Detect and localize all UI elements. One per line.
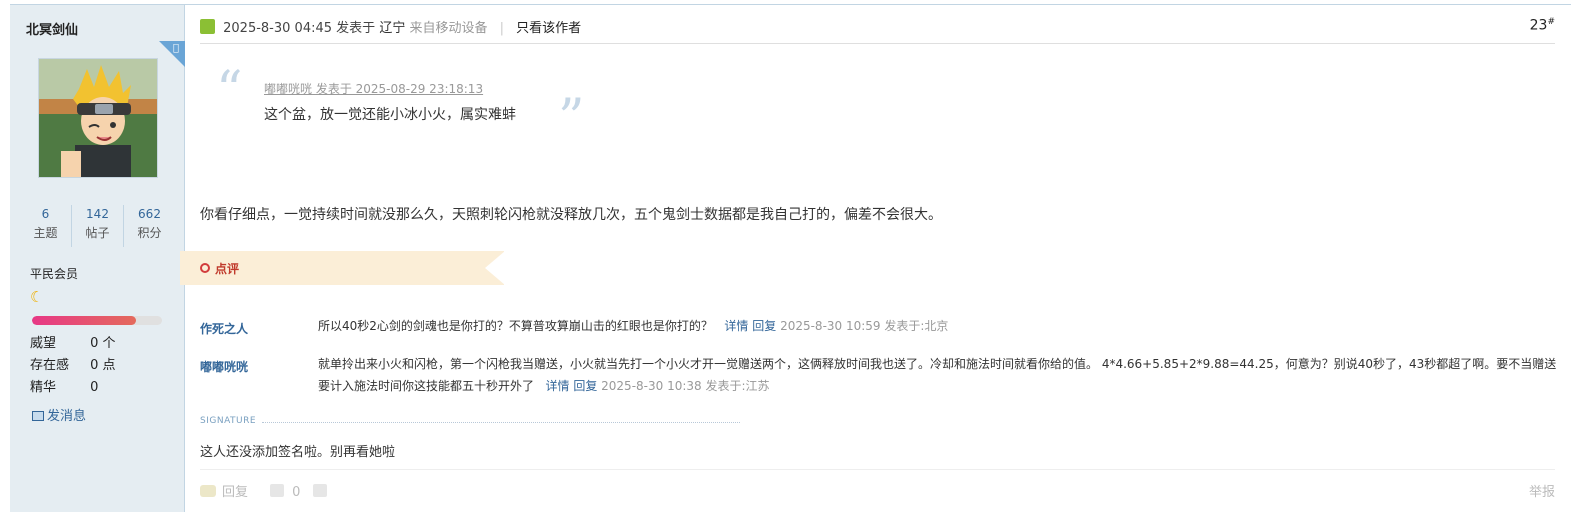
comment-detail-link[interactable]: 详情 <box>545 379 569 393</box>
thumbs-down-icon[interactable] <box>312 484 327 497</box>
moon-icon: ☾ <box>30 288 44 306</box>
stat-credits-label: 积分 <box>137 226 162 240</box>
level-progress-fill <box>32 316 136 325</box>
attr-presence: 存在感 0 点 <box>30 354 116 373</box>
post-datetime: 2025-8-30 04:45 <box>223 21 333 36</box>
post-main: 2025-8-30 04:45 发表于 辽宁 来自移动设备 | 只看该作者 23… <box>180 5 1558 512</box>
attr-presence-value: 0 点 <box>90 358 116 373</box>
stat-credits-value[interactable]: 662 <box>124 205 175 223</box>
quote-close-icon: ” <box>558 89 585 149</box>
comment-reply-link[interactable]: 回复 <box>573 379 597 393</box>
author-name[interactable]: 北冥剑仙 <box>26 19 78 38</box>
avatar[interactable] <box>38 58 158 178</box>
comment-time: 2025-8-30 10:38 发表于:江苏 <box>601 379 770 393</box>
reply-bubble-icon <box>200 485 216 497</box>
attr-prestige-value: 0 个 <box>90 336 116 351</box>
author-sidebar: 北冥剑仙  6 主题 142 帖子 662 积分 <box>10 5 185 512</box>
stat-threads-value[interactable]: 6 <box>20 205 71 223</box>
footer-divider <box>200 469 1555 470</box>
posted-in-label: 发表于 <box>336 21 376 36</box>
apple-icon:  <box>173 43 179 54</box>
comment-user[interactable]: 嘟嘟咣咣 <box>200 358 248 375</box>
attr-prestige-key: 威望 <box>30 336 57 351</box>
post-body: 你看仔细点，一觉持续时间就没那么久，天照刺轮闪枪就没释放几次，五个鬼剑士数据都是… <box>200 207 942 223</box>
mobile-device-label[interactable]: 来自移动设备 <box>409 21 487 36</box>
attr-digest-key: 精华 <box>30 380 57 395</box>
avatar-image <box>39 59 157 177</box>
comment-text: 所以40秒2心剑的剑魂也是你打的？不算普攻算崩山击的红眼也是你打的？ <box>318 319 713 333</box>
header-separator: | <box>499 21 505 36</box>
attr-prestige: 威望 0 个 <box>30 332 116 351</box>
only-author-link[interactable]: 只看该作者 <box>516 21 581 36</box>
post-location: 辽宁 <box>379 21 406 36</box>
reply-button[interactable]: 回复 <box>222 485 248 500</box>
envelope-icon <box>32 411 44 421</box>
post-header: 2025-8-30 04:45 发表于 辽宁 来自移动设备 | 只看该作者 23… <box>200 17 1555 41</box>
comment-item: 就单拎出来小火和闪枪，第一个闪枪我当赠送，小火就当先打一个小火才开一觉赠送两个，… <box>318 353 1558 397</box>
comment-item: 所以40秒2心剑的剑魂也是你打的？不算普攻算崩山击的红眼也是你打的？ 详情 回复… <box>318 315 1558 337</box>
thumbs-up-icon[interactable] <box>270 484 285 497</box>
attr-presence-key: 存在感 <box>30 358 70 373</box>
header-divider <box>200 43 1555 44</box>
stat-posts[interactable]: 142 帖子 <box>72 205 124 247</box>
quote-meta[interactable]: 嘟嘟咣咣 发表于 2025-08-29 23:18:13 <box>264 80 483 97</box>
post-footer: 回复 0 <box>200 481 327 500</box>
level-progress-bar <box>32 316 162 325</box>
signature-text: 这人还没添加签名啦。别再看她啦 <box>200 445 396 460</box>
floor-value: 23 <box>1529 17 1548 34</box>
apple-device-badge:  <box>159 41 185 67</box>
stat-posts-label: 帖子 <box>85 226 110 240</box>
send-message-label: 发消息 <box>47 409 87 424</box>
online-status-icon <box>200 19 215 34</box>
signature-label: SIGNATURE <box>200 416 257 426</box>
comment-detail-link[interactable]: 详情 <box>724 319 748 333</box>
comment-text: 就单拎出来小火和闪枪，第一个闪枪我当赠送，小火就当先打一个小火才开一觉赠送两个，… <box>318 357 1557 393</box>
attr-digest: 精华 0 <box>30 376 98 395</box>
comment-reply-link[interactable]: 回复 <box>752 319 776 333</box>
author-stats: 6 主题 142 帖子 662 积分 <box>20 205 175 247</box>
stat-credits[interactable]: 662 积分 <box>124 205 175 247</box>
stat-threads-label: 主题 <box>33 226 58 240</box>
stat-posts-value[interactable]: 142 <box>72 205 123 223</box>
quote-text: 这个盆，放一觉还能小冰小火，属实难蚌 <box>264 107 516 123</box>
attr-digest-value: 0 <box>90 380 99 395</box>
comments-label: 点评 <box>215 262 240 276</box>
send-message-link[interactable]: 发消息 <box>32 405 86 424</box>
stat-threads[interactable]: 6 主题 <box>20 205 72 247</box>
signature-divider <box>262 422 740 423</box>
user-group[interactable]: 平民会员 <box>30 265 78 282</box>
comment-time: 2025-8-30 10:59 发表于:北京 <box>780 319 949 333</box>
floor-mark: # <box>1547 17 1555 27</box>
comment-ring-icon <box>200 263 210 273</box>
comments-label-tag: 点评 <box>180 251 505 285</box>
like-count: 0 <box>292 485 301 500</box>
floor-number[interactable]: 23# <box>1530 17 1555 34</box>
quote-open-icon: “ <box>216 61 243 121</box>
report-link[interactable]: 举报 <box>1529 481 1555 500</box>
comment-user[interactable]: 作死之人 <box>200 320 248 337</box>
